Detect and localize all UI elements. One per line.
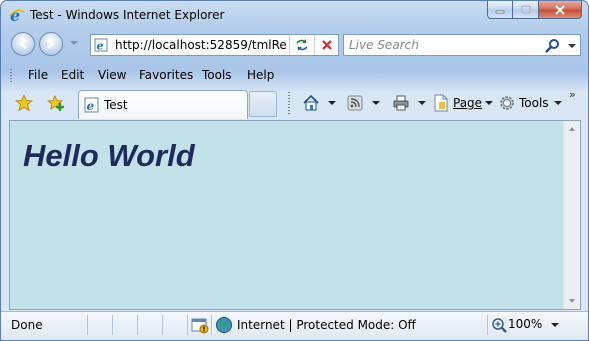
search-options-dropdown[interactable]	[568, 44, 576, 48]
globe-icon	[216, 317, 232, 333]
minimize-button[interactable]	[487, 1, 513, 19]
page-heading: Hello World	[23, 138, 195, 173]
print-icon[interactable]	[392, 94, 410, 112]
status-divider	[87, 315, 88, 335]
address-input[interactable]: http://localhost:52859/tmlRe	[115, 38, 290, 52]
close-icon	[555, 4, 565, 15]
command-bar: e Test Page Tools »	[1, 88, 588, 120]
menu-file[interactable]: File	[26, 68, 50, 82]
refresh-icon	[296, 39, 308, 51]
address-bar[interactable]: e http://localhost:52859/tmlRe	[90, 34, 339, 56]
add-favorite-icon[interactable]	[47, 94, 65, 112]
tab-label: Test	[104, 98, 128, 112]
vertical-scrollbar[interactable]	[563, 121, 580, 309]
zoom-icon[interactable]	[491, 317, 509, 335]
stop-icon	[322, 40, 332, 50]
menu-bar: File Edit View Favorites Tools Help	[1, 64, 588, 88]
page-icon: e	[84, 97, 99, 113]
home-icon[interactable]	[302, 94, 320, 112]
menu-help[interactable]: Help	[245, 68, 276, 82]
menu-edit[interactable]: Edit	[59, 68, 86, 82]
page-menu-label[interactable]: Page	[453, 96, 482, 110]
scroll-down-arrow-icon[interactable]	[569, 299, 575, 303]
menu-tools[interactable]: Tools	[200, 68, 234, 82]
feeds-icon[interactable]	[346, 94, 364, 112]
ie-logo-icon: e	[9, 7, 25, 23]
maximize-button[interactable]	[513, 1, 539, 19]
scroll-up-arrow-icon[interactable]	[569, 127, 575, 131]
status-divider	[137, 315, 138, 335]
tools-dropdown[interactable]	[554, 101, 562, 105]
status-divider	[487, 315, 488, 335]
menu-grip	[10, 69, 12, 83]
forward-button[interactable]	[39, 32, 63, 56]
zoom-level[interactable]: 100%	[508, 317, 542, 331]
toolbar-overflow-chevron[interactable]: »	[569, 88, 576, 101]
window-controls	[487, 1, 582, 20]
stop-button[interactable]	[314, 35, 339, 55]
security-zone-text[interactable]: Internet | Protected Mode: Off	[237, 318, 416, 332]
toolbar-grip	[288, 92, 290, 116]
forward-arrow-icon	[47, 39, 56, 49]
navigation-bar: e http://localhost:52859/tmlRe Live Sear…	[1, 29, 588, 63]
gear-icon[interactable]	[498, 94, 516, 112]
zoom-dropdown[interactable]	[551, 323, 559, 327]
status-bar: Done Internet | Protected Mode: Off 100%	[1, 311, 588, 340]
favorites-star-icon[interactable]	[15, 94, 33, 112]
browser-window: e Test - Windows Internet Explorer e htt…	[0, 0, 589, 341]
svg-text:e: e	[87, 99, 95, 113]
search-icon[interactable]	[544, 38, 560, 54]
svg-text:e: e	[97, 40, 104, 53]
print-dropdown[interactable]	[418, 101, 426, 105]
window-title: Test - Windows Internet Explorer	[30, 8, 225, 22]
home-dropdown[interactable]	[328, 101, 336, 105]
page-icon: e	[94, 38, 108, 53]
page-menu-icon[interactable]	[432, 94, 450, 112]
status-text: Done	[11, 318, 43, 332]
close-window-button[interactable]	[539, 1, 582, 19]
maximize-icon	[520, 4, 531, 14]
status-divider	[187, 315, 188, 335]
page-content: Hello World	[9, 120, 581, 310]
tab-test[interactable]: e Test	[78, 90, 248, 119]
new-tab-button[interactable]	[249, 91, 277, 117]
status-divider	[162, 315, 163, 335]
search-box[interactable]: Live Search	[343, 34, 581, 56]
menu-favorites[interactable]: Favorites	[137, 68, 195, 82]
title-bar[interactable]: e Test - Windows Internet Explorer	[1, 1, 588, 29]
status-divider	[211, 315, 212, 335]
search-input[interactable]: Live Search	[349, 38, 419, 52]
recent-pages-dropdown[interactable]	[70, 41, 78, 45]
back-arrow-icon	[18, 39, 27, 49]
refresh-button[interactable]	[289, 35, 314, 55]
popup-blocker-icon[interactable]	[191, 316, 209, 334]
back-button[interactable]	[11, 32, 35, 56]
minimize-icon	[495, 10, 505, 13]
tools-menu-label[interactable]: Tools	[519, 96, 549, 110]
status-divider	[112, 315, 113, 335]
menu-view[interactable]: View	[96, 68, 128, 82]
page-dropdown[interactable]	[485, 101, 493, 105]
feeds-dropdown[interactable]	[372, 101, 380, 105]
